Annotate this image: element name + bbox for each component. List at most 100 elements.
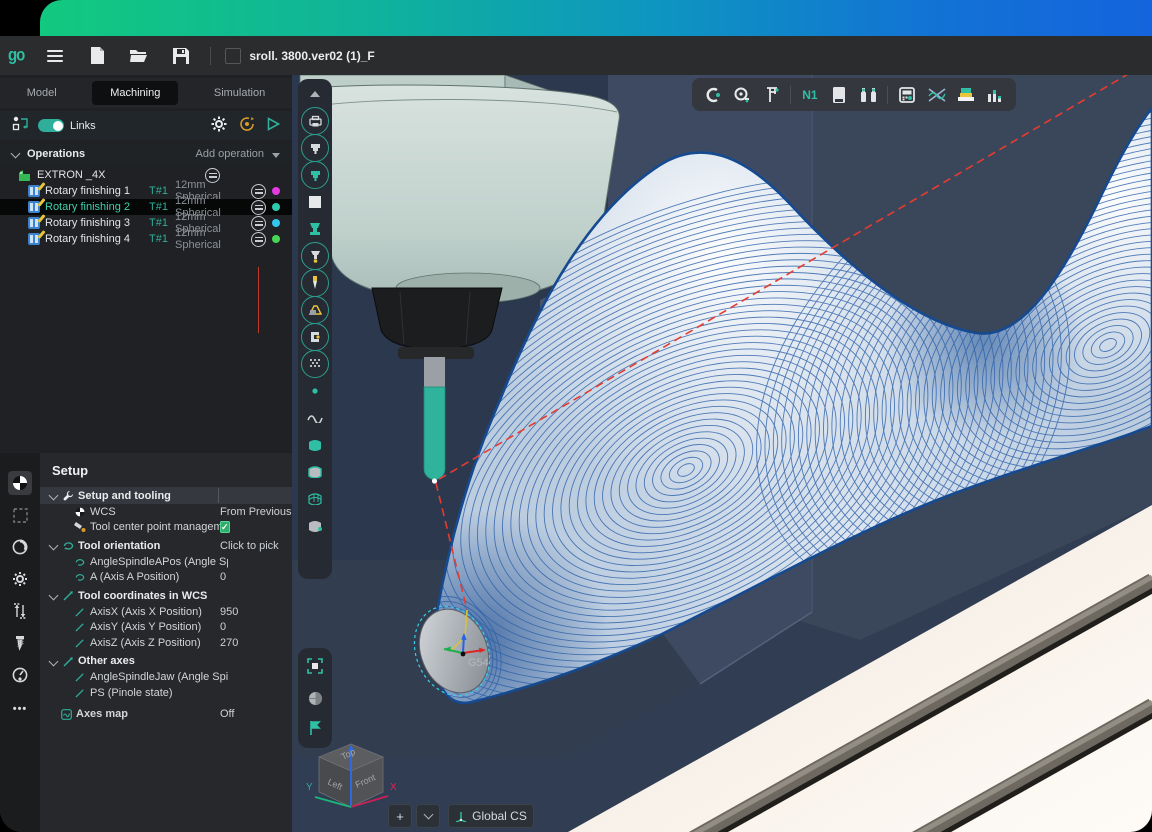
new-file-button[interactable] (88, 47, 106, 65)
property-row-axisy[interactable]: AxisY (Axis Y Position) 0 (40, 620, 292, 636)
property-row-axes-map[interactable]: Axes map Off (40, 707, 292, 723)
screw-icon[interactable] (8, 631, 32, 655)
operation-color-dot[interactable] (272, 219, 280, 227)
toolpath-graph-icon[interactable] (924, 83, 949, 107)
caliper-icon[interactable] (759, 83, 784, 107)
machining-toolbar: N1 (692, 78, 1016, 111)
point-icon[interactable] (298, 379, 332, 403)
holder-icon[interactable] (298, 217, 332, 241)
operation-color-dot[interactable] (272, 203, 280, 211)
operation-menu-icon[interactable] (251, 216, 266, 231)
spindle-head-icon[interactable] (298, 136, 332, 160)
property-row-axisz[interactable]: AxisZ (Axis Z Position) 270 (40, 635, 292, 651)
operation-menu-icon[interactable] (251, 184, 266, 199)
global-cs-button[interactable]: Global CS (448, 804, 534, 828)
add-cs-button[interactable]: + (388, 804, 412, 828)
axis-x-label: X (390, 782, 397, 793)
operation-icon (28, 185, 40, 197)
axes-limits-icon[interactable] (8, 599, 32, 623)
tcp-checkbox[interactable]: ✓ (220, 521, 230, 533)
cs-list-dropdown[interactable] (416, 804, 440, 828)
tab-simulation[interactable]: Simulation (196, 81, 283, 105)
grid-surface-icon[interactable] (298, 487, 332, 511)
statistics-icon[interactable] (983, 83, 1008, 107)
tool-center-point-icon (74, 521, 86, 533)
drill-icon[interactable] (298, 271, 332, 295)
tool-holders-icon[interactable] (856, 83, 881, 107)
wcs-icon[interactable] (8, 471, 32, 495)
group-menu-icon[interactable] (205, 168, 220, 183)
nc-program-icon[interactable]: N1 (797, 83, 822, 107)
property-row-axisx[interactable]: AxisX (Axis X Position) 950 (40, 604, 292, 620)
collapse-strip-button[interactable] (298, 82, 332, 106)
operation-menu-icon[interactable] (251, 200, 266, 215)
app-logo-icon[interactable]: go (8, 46, 24, 66)
operation-icon (28, 201, 40, 213)
section-setup-and-tooling[interactable]: Setup and tooling (40, 487, 292, 504)
setup-properties: Setup and tooling WCS From Previous Tool… (40, 485, 292, 722)
main-menu-button[interactable] (46, 47, 64, 65)
mesh-icon[interactable] (298, 352, 332, 376)
machine-icon[interactable] (298, 109, 332, 133)
property-row-anglespindleapos[interactable]: AngleSpindleAPos (Angle Sp (40, 554, 292, 570)
step-icon[interactable] (298, 716, 332, 740)
viewport-3d[interactable]: G54 (292, 75, 1152, 832)
workpiece-icon[interactable] (298, 298, 332, 322)
shaded-view-icon[interactable] (298, 686, 332, 710)
links-structure-icon[interactable] (12, 116, 30, 135)
operations-settings-button[interactable] (211, 116, 227, 135)
measure-tape-icon[interactable] (729, 83, 754, 107)
tab-model[interactable]: Model (9, 81, 75, 105)
stock-icon[interactable] (827, 83, 852, 107)
face-icon[interactable] (298, 460, 332, 484)
property-row-wcs[interactable]: WCS From Previous (40, 504, 292, 520)
links-toggle[interactable] (38, 119, 64, 132)
turning-icon[interactable] (8, 535, 32, 559)
settings-gear-icon[interactable] (8, 567, 32, 591)
view-cube[interactable]: Top Left Front Y X (305, 738, 397, 820)
axis-arrow-mini-icon (74, 621, 86, 633)
surface-icon[interactable] (298, 433, 332, 457)
application-window: go sroll. 3800.ver02 (1)_F Model Machini… (0, 0, 1152, 832)
machine-scene (292, 75, 1152, 832)
fixture-icon[interactable] (298, 325, 332, 349)
operations-expander-icon[interactable] (11, 148, 21, 158)
property-row-anglespindlejaw[interactable]: AngleSpindleJaw (Angle Spir (40, 670, 292, 686)
operation-color-dot[interactable] (272, 235, 280, 243)
run-button[interactable] (267, 117, 280, 134)
open-file-button[interactable] (130, 47, 148, 65)
tab-machining[interactable]: Machining (92, 81, 178, 105)
tool-tip-icon[interactable] (298, 244, 332, 268)
rotation-icon (62, 540, 74, 552)
property-row-axis-a[interactable]: A (Axis A Position) 0 (40, 570, 292, 586)
rotation-mini-icon (74, 556, 86, 568)
operation-menu-icon[interactable] (251, 232, 266, 247)
control-panel-icon[interactable] (894, 83, 919, 107)
axis-arrow-mini-icon (74, 606, 86, 618)
magnet-snap-icon[interactable] (700, 83, 725, 107)
operation-color-dot[interactable] (272, 187, 280, 195)
operation-row[interactable]: Rotary finishing 4 T#1 12mm Spherical (0, 231, 292, 247)
material-stack-icon[interactable] (953, 83, 978, 107)
save-button[interactable] (172, 47, 190, 65)
property-row-tcp[interactable]: Tool center point managemer ✓ (40, 520, 292, 536)
add-operation-button[interactable]: Add operation (196, 148, 265, 160)
curve-icon[interactable] (298, 406, 332, 430)
axis-y-label: Y (306, 782, 313, 793)
axis-arrow-mini-icon (74, 687, 86, 699)
feed-dial-icon[interactable] (8, 663, 32, 687)
patch-icon[interactable] (298, 514, 332, 538)
add-operation-caret-icon[interactable] (272, 153, 280, 158)
selection-icon[interactable] (8, 503, 32, 527)
section-tool-coordinates[interactable]: Tool coordinates in WCS (40, 587, 292, 604)
operation-icon (28, 233, 40, 245)
stock-box-icon[interactable] (298, 190, 332, 214)
tool-orientation-value[interactable]: Click to pick (220, 540, 279, 552)
simulation-mode-icon[interactable] (239, 116, 255, 135)
property-row-ps[interactable]: PS (Pinole state) (40, 685, 292, 701)
more-icon[interactable]: ••• (8, 697, 32, 721)
fit-view-icon[interactable] (298, 654, 332, 678)
section-tool-orientation[interactable]: Tool orientation Click to pick (40, 537, 292, 554)
spindle-active-icon[interactable] (298, 163, 332, 187)
section-other-axes[interactable]: Other axes (40, 653, 292, 670)
